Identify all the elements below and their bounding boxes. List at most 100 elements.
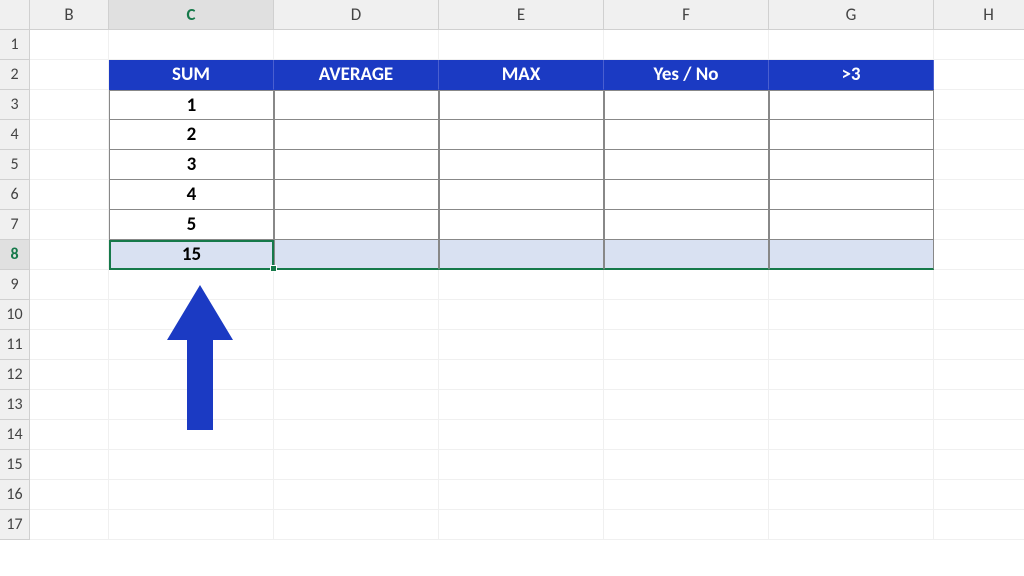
cell-e8[interactable] [439,240,604,270]
cell-g2-header-gt3[interactable]: >3 [769,60,934,90]
cell-h17[interactable] [934,510,1024,540]
cell-f10[interactable] [604,300,769,330]
cell-e14[interactable] [439,420,604,450]
row-header-3[interactable]: 3 [0,90,30,120]
cell-c6[interactable]: 4 [109,180,274,210]
cell-h6[interactable] [934,180,1024,210]
cell-b13[interactable] [30,390,109,420]
row-header-17[interactable]: 17 [0,510,30,540]
cell-e9[interactable] [439,270,604,300]
cell-b2[interactable] [30,60,109,90]
cell-b17[interactable] [30,510,109,540]
col-header-d[interactable]: D [274,0,439,30]
cell-b15[interactable] [30,450,109,480]
cell-c17[interactable] [109,510,274,540]
cell-e2-header-max[interactable]: MAX [439,60,604,90]
cell-g14[interactable] [769,420,934,450]
cell-g5[interactable] [769,150,934,180]
cell-g7[interactable] [769,210,934,240]
cell-f15[interactable] [604,450,769,480]
cell-d2-header-average[interactable]: AVERAGE [274,60,439,90]
cell-h11[interactable] [934,330,1024,360]
cell-g8[interactable] [769,240,934,270]
cell-f7[interactable] [604,210,769,240]
cell-g13[interactable] [769,390,934,420]
cell-e11[interactable] [439,330,604,360]
cell-c11[interactable] [109,330,274,360]
row-header-2[interactable]: 2 [0,60,30,90]
cell-e5[interactable] [439,150,604,180]
row-header-1[interactable]: 1 [0,30,30,60]
cell-e6[interactable] [439,180,604,210]
row-header-15[interactable]: 15 [0,450,30,480]
cell-d7[interactable] [274,210,439,240]
cell-d16[interactable] [274,480,439,510]
cell-d1[interactable] [274,30,439,60]
cell-h7[interactable] [934,210,1024,240]
cell-f16[interactable] [604,480,769,510]
cell-f17[interactable] [604,510,769,540]
cell-d10[interactable] [274,300,439,330]
cell-b3[interactable] [30,90,109,120]
cell-b6[interactable] [30,180,109,210]
cell-b1[interactable] [30,30,109,60]
cell-e17[interactable] [439,510,604,540]
spreadsheet-grid[interactable]: B C D E F G H 1 2 SUM AVERAGE MAX Yes / … [0,0,1024,540]
cell-g3[interactable] [769,90,934,120]
cell-h12[interactable] [934,360,1024,390]
cell-b4[interactable] [30,120,109,150]
cell-c3[interactable]: 1 [109,90,274,120]
cell-g9[interactable] [769,270,934,300]
cell-e10[interactable] [439,300,604,330]
cell-c15[interactable] [109,450,274,480]
cell-c7[interactable]: 5 [109,210,274,240]
cell-g1[interactable] [769,30,934,60]
cell-f5[interactable] [604,150,769,180]
cell-h13[interactable] [934,390,1024,420]
row-header-5[interactable]: 5 [0,150,30,180]
cell-g4[interactable] [769,120,934,150]
cell-h15[interactable] [934,450,1024,480]
cell-b16[interactable] [30,480,109,510]
col-header-c[interactable]: C [109,0,274,30]
cell-h14[interactable] [934,420,1024,450]
col-header-g[interactable]: G [769,0,934,30]
row-header-9[interactable]: 9 [0,270,30,300]
cell-c4[interactable]: 2 [109,120,274,150]
cell-f6[interactable] [604,180,769,210]
cell-h8[interactable] [934,240,1024,270]
cell-f8[interactable] [604,240,769,270]
cell-f1[interactable] [604,30,769,60]
row-header-13[interactable]: 13 [0,390,30,420]
cell-g10[interactable] [769,300,934,330]
cell-d12[interactable] [274,360,439,390]
cell-b5[interactable] [30,150,109,180]
cell-h10[interactable] [934,300,1024,330]
cell-c2-header-sum[interactable]: SUM [109,60,274,90]
cell-d15[interactable] [274,450,439,480]
cell-e3[interactable] [439,90,604,120]
cell-b14[interactable] [30,420,109,450]
cell-c10[interactable] [109,300,274,330]
cell-g11[interactable] [769,330,934,360]
cell-d13[interactable] [274,390,439,420]
cell-e13[interactable] [439,390,604,420]
cell-c12[interactable] [109,360,274,390]
cell-e1[interactable] [439,30,604,60]
cell-e7[interactable] [439,210,604,240]
cell-c16[interactable] [109,480,274,510]
cell-c5[interactable]: 3 [109,150,274,180]
cell-d9[interactable] [274,270,439,300]
fill-handle[interactable] [270,265,277,272]
row-header-12[interactable]: 12 [0,360,30,390]
cell-f12[interactable] [604,360,769,390]
cell-b10[interactable] [30,300,109,330]
cell-d14[interactable] [274,420,439,450]
col-header-b[interactable]: B [30,0,109,30]
cell-g6[interactable] [769,180,934,210]
cell-g17[interactable] [769,510,934,540]
cell-f14[interactable] [604,420,769,450]
select-all-corner[interactable] [0,0,30,30]
cell-h4[interactable] [934,120,1024,150]
cell-c8-active[interactable]: 15 [109,240,274,270]
